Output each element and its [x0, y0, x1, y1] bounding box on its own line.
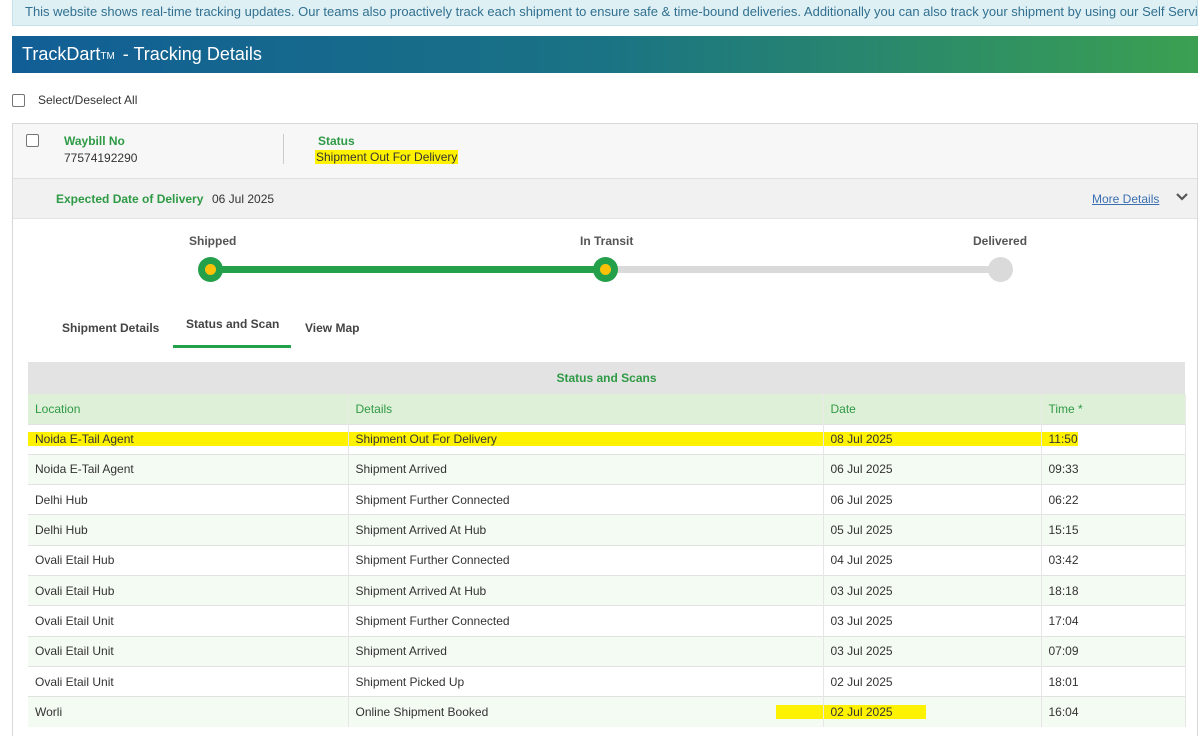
progress-track-pending [606, 266, 1001, 273]
cell-date: 03 Jul 2025 [823, 574, 1042, 606]
cell-date: 08 Jul 2025 [823, 423, 1042, 455]
cell-location: Ovali Etail Unit [28, 605, 349, 637]
cell-location: Worli [28, 696, 349, 727]
cell-details: Shipment Out For Delivery [348, 423, 824, 455]
cell-time: 07:09 [1041, 635, 1186, 667]
step-label-delivered: Delivered [973, 234, 1028, 248]
page-title-bar: TrackDartTM - Tracking Details [12, 36, 1198, 73]
select-all-checkbox[interactable] [12, 93, 25, 107]
cell-details: Shipment Arrived [348, 635, 824, 667]
column-header-details: Details [348, 394, 824, 424]
cell-time: 11:50 [1041, 423, 1186, 455]
table-caption: Status and Scans [28, 362, 1185, 394]
select-all-label[interactable]: Select/Deselect All [38, 93, 137, 107]
progress-track-completed [210, 266, 606, 273]
column-header-time: Time * [1041, 394, 1186, 424]
cell-time: 18:01 [1041, 665, 1186, 697]
step-label-in-transit: In Transit [580, 234, 634, 248]
select-all-row[interactable]: Select/Deselect All [12, 93, 137, 107]
progress-node-delivered [988, 257, 1013, 282]
trademark-mark: TM [100, 51, 115, 62]
scan-table: Location Details Date Time * Noida E-Tai… [28, 394, 1186, 727]
cell-location: Ovali Etail Hub [28, 574, 349, 606]
cell-time: 16:04 [1041, 696, 1186, 727]
waybill-number: 77574192290 [64, 151, 138, 165]
brand-name: TrackDart [22, 44, 101, 64]
cell-date: 02 Jul 2025 [775, 696, 1042, 727]
cell-date: 05 Jul 2025 [823, 514, 1042, 546]
cell-date: 06 Jul 2025 [823, 484, 1042, 515]
cell-time: 18:18 [1041, 574, 1186, 606]
table-row: Ovali Etail Hub Shipment Arrived At Hub … [28, 574, 1186, 606]
cell-details: Shipment Further Connected [348, 484, 824, 515]
table-row: Ovali Etail Hub Shipment Further Connect… [28, 544, 1186, 576]
table-row: Noida E-Tail Agent Shipment Out For Deli… [28, 423, 1186, 455]
header-divider [283, 134, 284, 164]
cell-date: 03 Jul 2025 [823, 635, 1042, 667]
expected-delivery-label: Expected Date of Delivery [56, 192, 204, 206]
table-row: Ovali Etail Unit Shipment Arrived 03 Jul… [28, 635, 1186, 667]
progress-node-shipped [198, 257, 223, 282]
more-details-link[interactable]: More Details [1092, 192, 1159, 206]
cell-time: 06:22 [1041, 484, 1186, 515]
table-row: Noida E-Tail Agent Shipment Arrived 06 J… [28, 453, 1186, 485]
shipment-card: Waybill No 77574192290 Status Shipment O… [12, 123, 1198, 736]
cell-location: Ovali Etail Hub [28, 544, 349, 576]
table-row: Delhi Hub Shipment Arrived At Hub 05 Jul… [28, 514, 1186, 546]
cell-details: Shipment Arrived At Hub [348, 514, 824, 546]
status-scans-table: Status and Scans Location Details Date T… [28, 362, 1186, 727]
cell-date: 03 Jul 2025 [823, 605, 1042, 637]
expected-delivery-row: Expected Date of Delivery 06 Jul 2025 Mo… [13, 179, 1197, 219]
table-row: Worli Online Shipment Booked 02 Jul 2025… [28, 696, 1186, 727]
status-value: Shipment Out For Delivery [315, 150, 459, 164]
cell-location: Ovali Etail Unit [28, 635, 349, 667]
cell-date: 02 Jul 2025 [823, 665, 1042, 697]
waybill-label: Waybill No [64, 134, 125, 148]
chevron-down-icon[interactable] [1176, 192, 1188, 202]
step-label-shipped: Shipped [189, 234, 237, 248]
table-row: Ovali Etail Unit Shipment Picked Up 02 J… [28, 665, 1186, 697]
status-label: Status [318, 134, 355, 148]
expected-delivery-date: 06 Jul 2025 [212, 192, 275, 206]
cell-time: 03:42 [1041, 544, 1186, 576]
cell-details: Shipment Arrived [348, 453, 824, 485]
cell-details: Online Shipment Booked [348, 696, 824, 727]
shipment-card-header: Waybill No 77574192290 Status Shipment O… [13, 124, 1197, 179]
cell-location: Noida E-Tail Agent [28, 453, 349, 485]
tab-status-and-scan[interactable]: Status and Scan [186, 317, 279, 331]
column-header-date: Date [823, 394, 1042, 424]
column-header-location: Location [28, 394, 349, 424]
cell-time: 15:15 [1041, 514, 1186, 546]
info-notice-banner: This website shows real-time tracking up… [12, 0, 1198, 26]
shipment-checkbox[interactable] [26, 134, 39, 147]
table-row: Ovali Etail Unit Shipment Further Connec… [28, 605, 1186, 637]
tab-shipment-details[interactable]: Shipment Details [62, 321, 159, 335]
active-tab-indicator [173, 345, 291, 348]
cell-time: 17:04 [1041, 605, 1186, 637]
cell-location: Noida E-Tail Agent [28, 423, 349, 455]
tab-view-map[interactable]: View Map [305, 321, 359, 335]
cell-date: 04 Jul 2025 [823, 544, 1042, 576]
table-row: Delhi Hub Shipment Further Connected 06 … [28, 484, 1186, 515]
progress-node-in-transit [593, 257, 618, 282]
cell-details: Shipment Arrived At Hub [348, 574, 824, 606]
cell-location: Delhi Hub [28, 484, 349, 515]
table-header-row: Location Details Date Time * [28, 394, 1186, 424]
cell-time: 09:33 [1041, 453, 1186, 485]
cell-details: Shipment Picked Up [348, 665, 824, 697]
page-title: - Tracking Details [117, 44, 262, 64]
cell-date: 06 Jul 2025 [823, 453, 1042, 485]
cell-details: Shipment Further Connected [348, 605, 824, 637]
cell-location: Delhi Hub [28, 514, 349, 546]
cell-details: Shipment Further Connected [348, 544, 824, 576]
cell-location: Ovali Etail Unit [28, 665, 349, 697]
